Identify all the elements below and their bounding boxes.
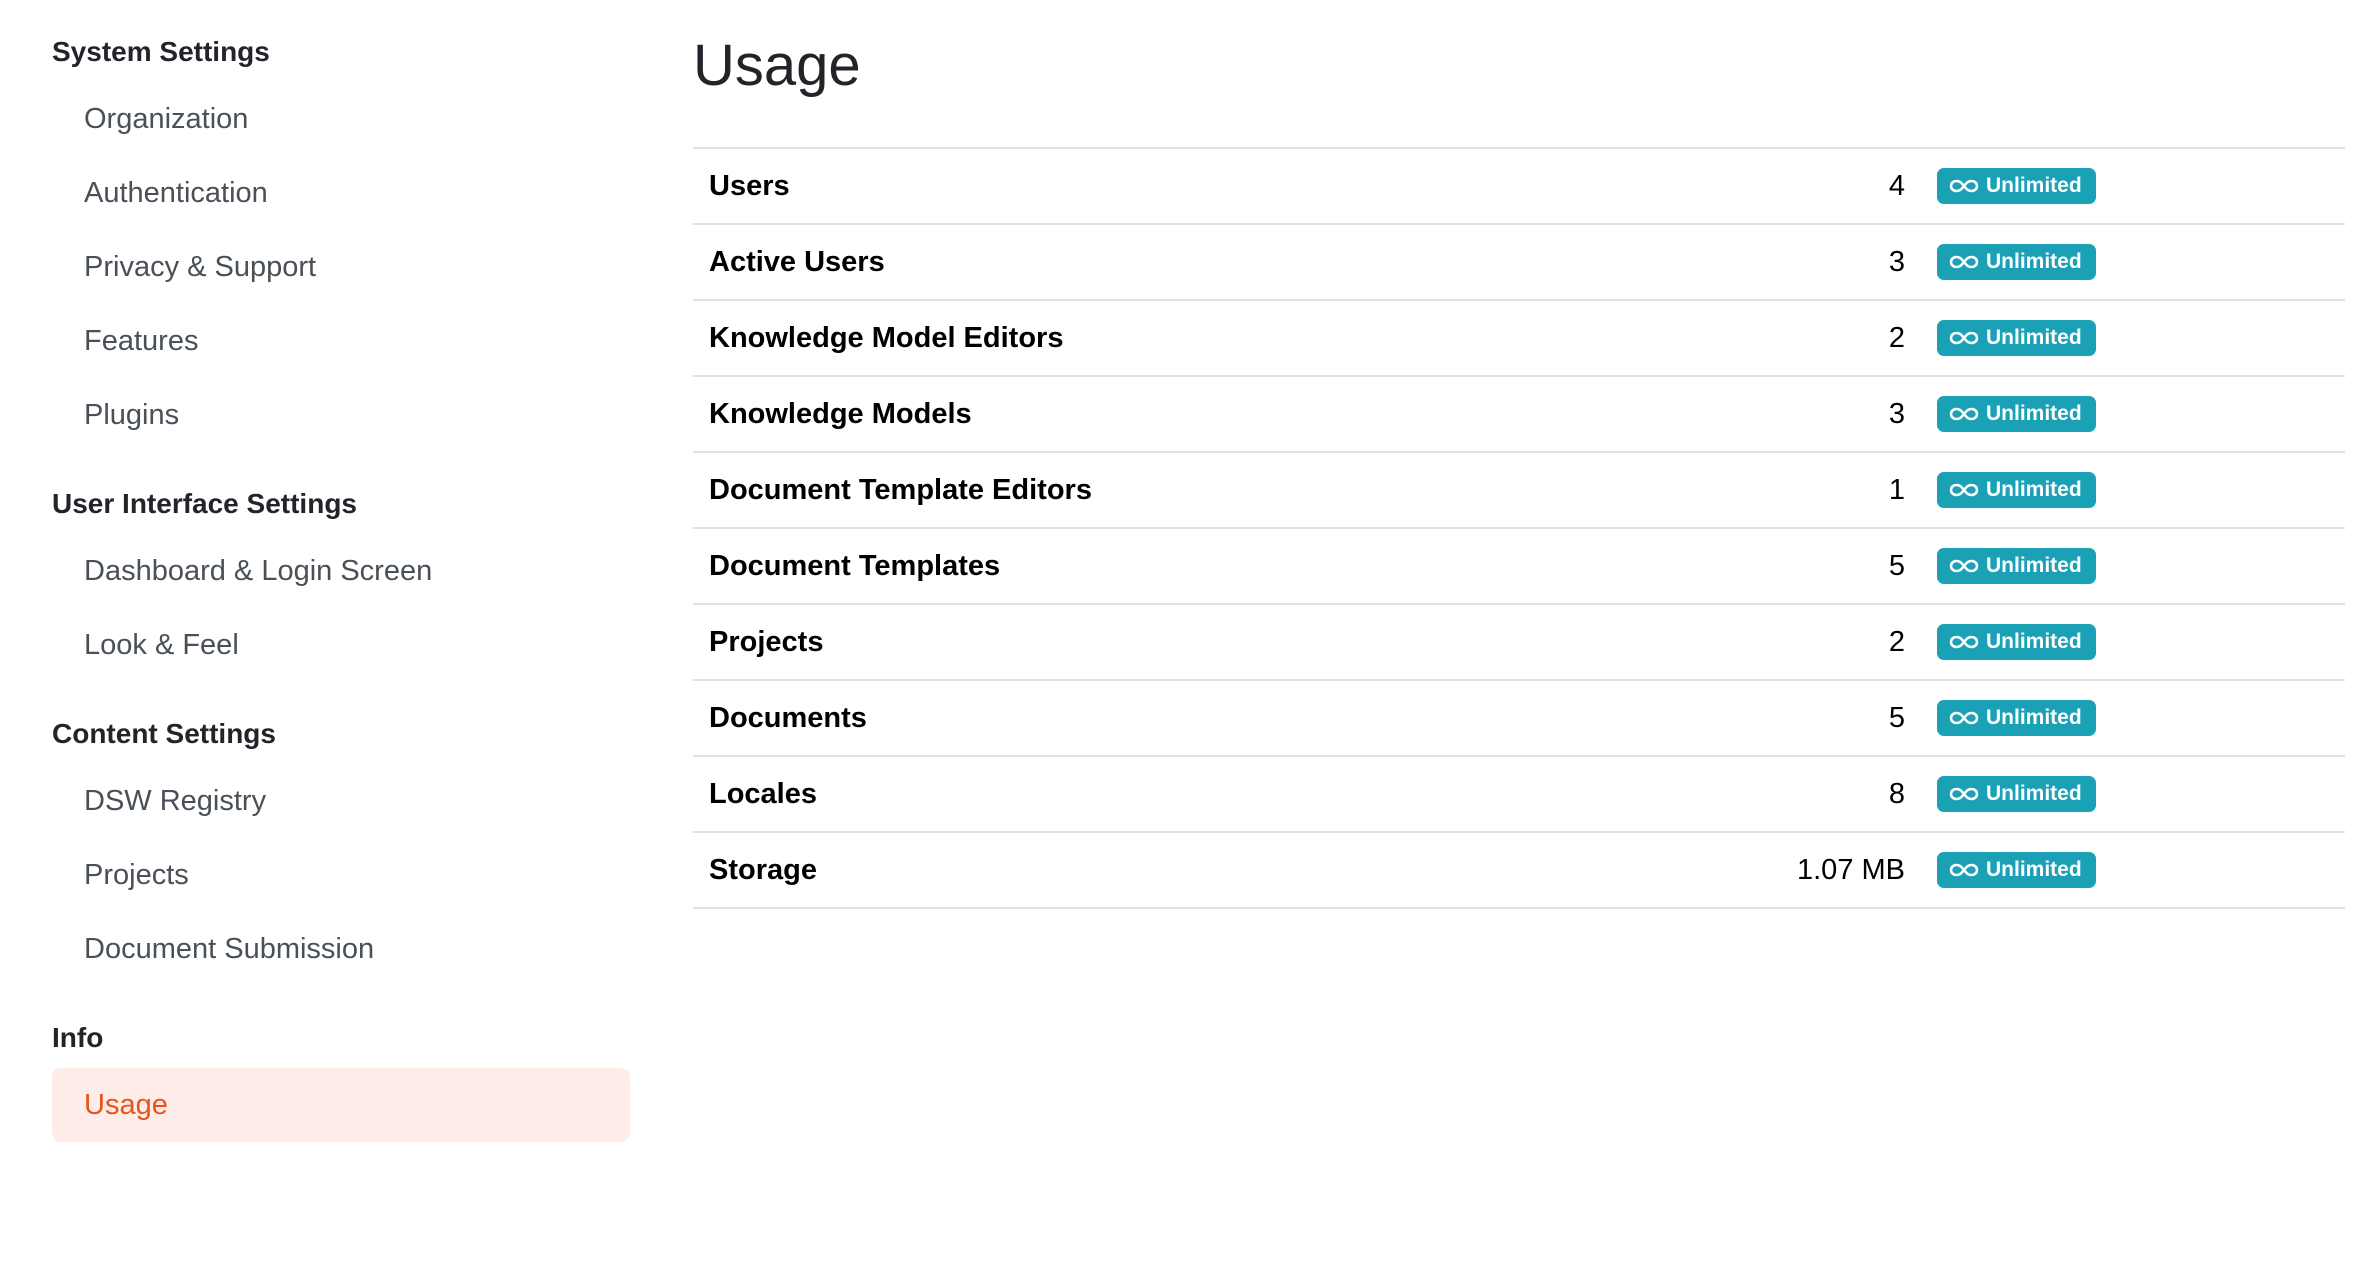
usage-row-documents: Documents 5 Unlimited xyxy=(693,681,2345,757)
usage-row-limit-cell: Unlimited xyxy=(1937,396,2345,432)
infinity-icon xyxy=(1949,558,1986,574)
infinity-icon xyxy=(1949,406,1986,422)
sidebar-section-title: System Settings xyxy=(52,36,270,67)
usage-row-value: 3 xyxy=(1888,245,1905,278)
usage-row-document-template-editors: Document Template Editors 1 Unlimited xyxy=(693,453,2345,529)
sidebar-item-look-feel[interactable]: Look & Feel xyxy=(52,608,630,682)
infinity-icon xyxy=(1949,254,1986,270)
usage-main: Usage Users 4 Unlimited Active Users 3 Unlimi… xyxy=(693,24,2345,909)
sidebar-section-info: Info Usage xyxy=(52,1016,630,1142)
usage-row-label: Storage xyxy=(709,853,817,886)
infinity-icon xyxy=(1949,482,1986,498)
badge-label: Unlimited xyxy=(1986,326,2082,349)
usage-row-label: Document Template Editors xyxy=(709,473,1092,506)
usage-row-limit-cell: Unlimited xyxy=(1937,548,2345,584)
sidebar-section-title: Content Settings xyxy=(52,718,276,749)
usage-row-locales: Locales 8 Unlimited xyxy=(693,757,2345,833)
sidebar-item-projects[interactable]: Projects xyxy=(52,838,630,912)
unlimited-badge: Unlimited xyxy=(1937,548,2096,584)
usage-row-value: 1.07 MB xyxy=(1797,853,1905,886)
usage-row-label: Document Templates xyxy=(709,549,1001,582)
unlimited-badge: Unlimited xyxy=(1937,472,2096,508)
sidebar-nav-list: Dashboard & Login Screen Look & Feel xyxy=(52,534,630,682)
sidebar-nav-list: Usage xyxy=(52,1068,630,1142)
usage-row-value: 1 xyxy=(1888,473,1905,506)
usage-table: Users 4 Unlimited Active Users 3 Unlimited Kno… xyxy=(693,147,2345,909)
usage-row-value: 4 xyxy=(1888,169,1905,202)
usage-row-label: Users xyxy=(709,169,790,202)
infinity-icon xyxy=(1949,330,1986,346)
sidebar-section-title: Info xyxy=(52,1022,104,1053)
unlimited-badge: Unlimited xyxy=(1937,244,2096,280)
infinity-icon xyxy=(1949,634,1986,650)
unlimited-badge: Unlimited xyxy=(1937,168,2096,204)
usage-row-value: 8 xyxy=(1888,777,1905,810)
usage-row-value: 2 xyxy=(1888,321,1905,354)
settings-sidebar: System Settings Organization Authenticat… xyxy=(52,30,630,1172)
sidebar-section-user-interface-settings: User Interface Settings Dashboard & Logi… xyxy=(52,482,630,682)
usage-row-value: 5 xyxy=(1888,701,1905,734)
sidebar-item-authentication[interactable]: Authentication xyxy=(52,156,630,230)
usage-row-label: Knowledge Model Editors xyxy=(709,321,1064,354)
sidebar-nav-list: DSW Registry Projects Document Submissio… xyxy=(52,764,630,986)
usage-row-knowledge-model-editors: Knowledge Model Editors 2 Unlimited xyxy=(693,301,2345,377)
sidebar-section-system-settings: System Settings Organization Authenticat… xyxy=(52,30,630,452)
usage-row-limit-cell: Unlimited xyxy=(1937,244,2345,280)
usage-row-value: 2 xyxy=(1888,625,1905,658)
badge-label: Unlimited xyxy=(1986,554,2082,577)
sidebar-item-privacy-support[interactable]: Privacy & Support xyxy=(52,230,630,304)
badge-label: Unlimited xyxy=(1986,250,2082,273)
unlimited-badge: Unlimited xyxy=(1937,852,2096,888)
usage-row-value: 3 xyxy=(1888,397,1905,430)
usage-row-limit-cell: Unlimited xyxy=(1937,776,2345,812)
badge-label: Unlimited xyxy=(1986,858,2082,881)
usage-row-limit-cell: Unlimited xyxy=(1937,700,2345,736)
usage-row-label: Active Users xyxy=(709,245,885,278)
usage-row-limit-cell: Unlimited xyxy=(1937,624,2345,660)
usage-row-document-templates: Document Templates 5 Unlimited xyxy=(693,529,2345,605)
badge-label: Unlimited xyxy=(1986,706,2082,729)
badge-label: Unlimited xyxy=(1986,782,2082,805)
sidebar-item-dashboard-login-screen[interactable]: Dashboard & Login Screen xyxy=(52,534,630,608)
usage-row-value: 5 xyxy=(1888,549,1905,582)
infinity-icon xyxy=(1949,786,1986,802)
infinity-icon xyxy=(1949,710,1986,726)
infinity-icon xyxy=(1949,178,1986,194)
sidebar-item-usage[interactable]: Usage xyxy=(52,1068,630,1142)
usage-row-storage: Storage 1.07 MB Unlimited xyxy=(693,833,2345,909)
sidebar-item-document-submission[interactable]: Document Submission xyxy=(52,912,630,986)
usage-row-limit-cell: Unlimited xyxy=(1937,320,2345,356)
usage-row-active-users: Active Users 3 Unlimited xyxy=(693,225,2345,301)
badge-label: Unlimited xyxy=(1986,478,2082,501)
sidebar-section-title: User Interface Settings xyxy=(52,488,357,519)
usage-row-limit-cell: Unlimited xyxy=(1937,168,2345,204)
sidebar-item-plugins[interactable]: Plugins xyxy=(52,378,630,452)
unlimited-badge: Unlimited xyxy=(1937,396,2096,432)
unlimited-badge: Unlimited xyxy=(1937,320,2096,356)
usage-row-limit-cell: Unlimited xyxy=(1937,852,2345,888)
unlimited-badge: Unlimited xyxy=(1937,776,2096,812)
page-title: Usage xyxy=(693,33,861,98)
badge-label: Unlimited xyxy=(1986,402,2082,425)
sidebar-item-organization[interactable]: Organization xyxy=(52,82,630,156)
usage-row-users: Users 4 Unlimited xyxy=(693,149,2345,225)
usage-row-knowledge-models: Knowledge Models 3 Unlimited xyxy=(693,377,2345,453)
usage-row-projects: Projects 2 Unlimited xyxy=(693,605,2345,681)
unlimited-badge: Unlimited xyxy=(1937,624,2096,660)
infinity-icon xyxy=(1949,862,1986,878)
usage-row-label: Projects xyxy=(709,625,824,658)
usage-row-label: Locales xyxy=(709,777,817,810)
sidebar-item-dsw-registry[interactable]: DSW Registry xyxy=(52,764,630,838)
sidebar-nav-list: Organization Authentication Privacy & Su… xyxy=(52,82,630,452)
usage-row-label: Documents xyxy=(709,701,867,734)
badge-label: Unlimited xyxy=(1986,630,2082,653)
sidebar-item-features[interactable]: Features xyxy=(52,304,630,378)
usage-row-label: Knowledge Models xyxy=(709,397,972,430)
usage-row-limit-cell: Unlimited xyxy=(1937,472,2345,508)
unlimited-badge: Unlimited xyxy=(1937,700,2096,736)
badge-label: Unlimited xyxy=(1986,174,2082,197)
sidebar-section-content-settings: Content Settings DSW Registry Projects D… xyxy=(52,712,630,986)
